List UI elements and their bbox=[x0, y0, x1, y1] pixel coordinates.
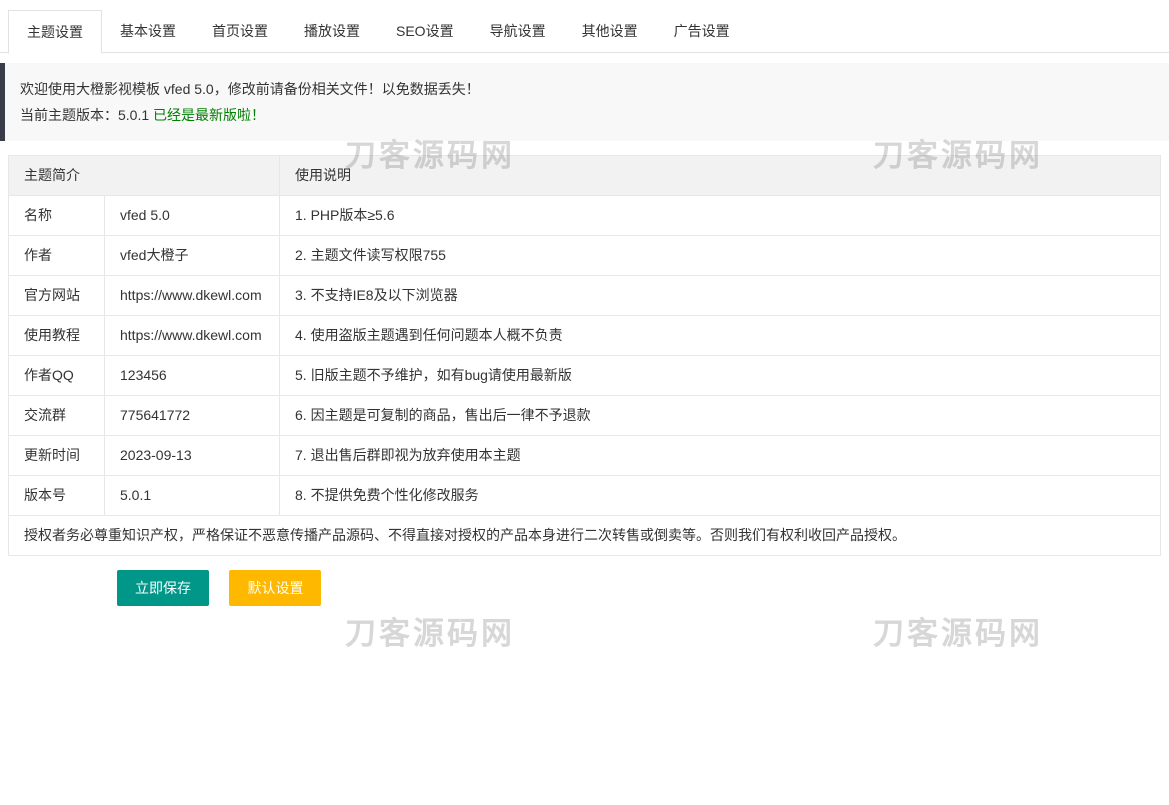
usage-column-header: 使用说明 bbox=[280, 156, 1161, 196]
latest-version-badge: 已经是最新版啦！ bbox=[153, 107, 265, 123]
theme-info-table-wrap: 主题简介 使用说明 名称 vfed 5.0 1. PHP版本≥5.6 作者 vf… bbox=[8, 155, 1161, 556]
table-footer-row: 授权者务必尊重知识产权，严格保证不恶意传播产品源码、不得直接对授权的产品本身进行… bbox=[9, 516, 1161, 556]
settings-tab[interactable]: 基本设置 bbox=[102, 10, 194, 53]
save-button[interactable]: 立即保存 bbox=[117, 570, 209, 606]
row-usage: 7. 退出售后群即视为放弃使用本主题 bbox=[280, 436, 1161, 476]
row-usage: 1. PHP版本≥5.6 bbox=[280, 196, 1161, 236]
watermark: 刀客源码网 bbox=[345, 608, 515, 653]
row-value: 775641772 bbox=[105, 396, 280, 436]
row-usage: 8. 不提供免费个性化修改服务 bbox=[280, 476, 1161, 516]
row-value: https://www.dkewl.com bbox=[105, 276, 280, 316]
row-label: 交流群 bbox=[9, 396, 105, 436]
table-row: 作者QQ 123456 5. 旧版主题不予维护，如有bug请使用最新版 bbox=[9, 356, 1161, 396]
settings-tab[interactable]: SEO设置 bbox=[378, 10, 472, 53]
row-label: 使用教程 bbox=[9, 316, 105, 356]
current-version-text: 当前主题版本：5.0.1 bbox=[20, 107, 149, 123]
row-label: 名称 bbox=[9, 196, 105, 236]
settings-tab[interactable]: 导航设置 bbox=[472, 10, 564, 53]
row-usage: 3. 不支持IE8及以下浏览器 bbox=[280, 276, 1161, 316]
row-usage: 2. 主题文件读写权限755 bbox=[280, 236, 1161, 276]
watermark: 刀客源码网 bbox=[873, 608, 1043, 653]
table-row: 作者 vfed大橙子 2. 主题文件读写权限755 bbox=[9, 236, 1161, 276]
row-label: 作者QQ bbox=[9, 356, 105, 396]
notice-line-2: 当前主题版本：5.0.1 已经是最新版啦！ bbox=[20, 102, 1154, 128]
row-value: 5.0.1 bbox=[105, 476, 280, 516]
default-settings-button[interactable]: 默认设置 bbox=[229, 570, 321, 606]
table-row: 官方网站 https://www.dkewl.com 3. 不支持IE8及以下浏… bbox=[9, 276, 1161, 316]
notice-line-1: 欢迎使用大橙影视模板 vfed 5.0，修改前请备份相关文件！以免数据丢失！ bbox=[20, 76, 1154, 102]
settings-tab[interactable]: 播放设置 bbox=[286, 10, 378, 53]
settings-tab-bar: 主题设置基本设置首页设置播放设置SEO设置导航设置其他设置广告设置 bbox=[0, 0, 1169, 53]
row-value: vfed大橙子 bbox=[105, 236, 280, 276]
intro-column-header: 主题简介 bbox=[9, 156, 280, 196]
row-value: https://www.dkewl.com bbox=[105, 316, 280, 356]
table-row: 使用教程 https://www.dkewl.com 4. 使用盗版主题遇到任何… bbox=[9, 316, 1161, 356]
row-usage: 6. 因主题是可复制的商品，售出后一律不予退款 bbox=[280, 396, 1161, 436]
settings-tab[interactable]: 首页设置 bbox=[194, 10, 286, 53]
row-label: 更新时间 bbox=[9, 436, 105, 476]
row-label: 作者 bbox=[9, 236, 105, 276]
welcome-notice: 欢迎使用大橙影视模板 vfed 5.0，修改前请备份相关文件！以免数据丢失！ 当… bbox=[0, 63, 1169, 141]
theme-info-table: 主题简介 使用说明 名称 vfed 5.0 1. PHP版本≥5.6 作者 vf… bbox=[8, 155, 1161, 556]
row-label: 官方网站 bbox=[9, 276, 105, 316]
settings-tab[interactable]: 其他设置 bbox=[564, 10, 656, 53]
settings-tab[interactable]: 主题设置 bbox=[8, 10, 102, 54]
table-row: 更新时间 2023-09-13 7. 退出售后群即视为放弃使用本主题 bbox=[9, 436, 1161, 476]
table-row: 版本号 5.0.1 8. 不提供免费个性化修改服务 bbox=[9, 476, 1161, 516]
table-row: 名称 vfed 5.0 1. PHP版本≥5.6 bbox=[9, 196, 1161, 236]
table-row: 交流群 775641772 6. 因主题是可复制的商品，售出后一律不予退款 bbox=[9, 396, 1161, 436]
action-buttons: 立即保存 默认设置 bbox=[117, 570, 1169, 606]
row-value: vfed 5.0 bbox=[105, 196, 280, 236]
row-usage: 5. 旧版主题不予维护，如有bug请使用最新版 bbox=[280, 356, 1161, 396]
row-value: 2023-09-13 bbox=[105, 436, 280, 476]
settings-tab[interactable]: 广告设置 bbox=[656, 10, 748, 53]
table-header-row: 主题简介 使用说明 bbox=[9, 156, 1161, 196]
license-notice: 授权者务必尊重知识产权，严格保证不恶意传播产品源码、不得直接对授权的产品本身进行… bbox=[9, 516, 1161, 556]
row-label: 版本号 bbox=[9, 476, 105, 516]
row-value: 123456 bbox=[105, 356, 280, 396]
row-usage: 4. 使用盗版主题遇到任何问题本人概不负责 bbox=[280, 316, 1161, 356]
